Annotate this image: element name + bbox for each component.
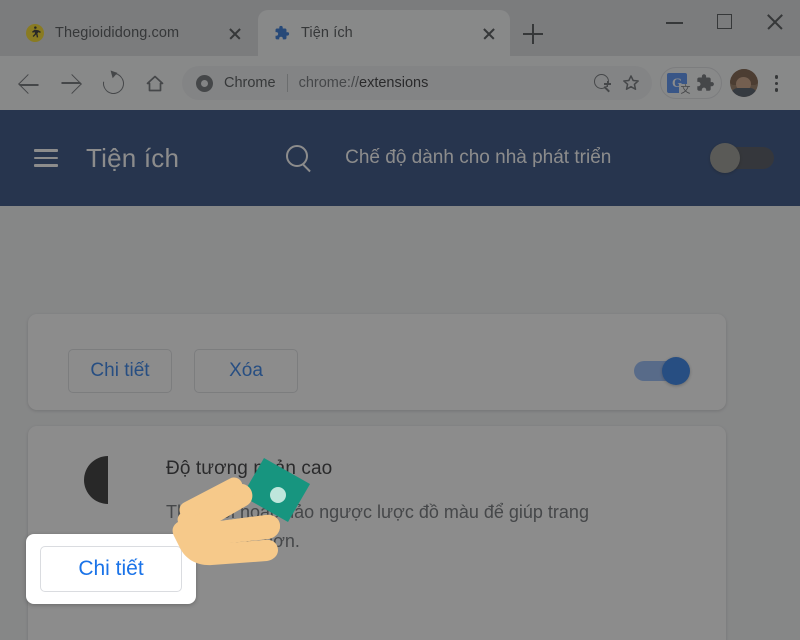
remove-button[interactable]: Xóa	[194, 349, 298, 393]
tab-title: Tiện ích	[301, 25, 353, 41]
extension-card: Độ tương phản cao Thay đổi hoặc đảo ngượ…	[28, 426, 726, 640]
tab-title: Thegioididong.com	[55, 25, 180, 41]
hamburger-icon[interactable]	[34, 144, 64, 172]
google-translate-icon[interactable]: G	[667, 73, 692, 97]
address-bar[interactable]: Chrome chrome://extensions	[182, 66, 652, 100]
close-window-button[interactable]	[750, 0, 800, 44]
zoom-in-icon[interactable]	[588, 69, 616, 97]
back-arrow-icon[interactable]	[10, 64, 48, 102]
card-actions: Chi tiết Xóa	[28, 332, 726, 410]
forward-arrow-icon[interactable]	[52, 64, 90, 102]
details-button[interactable]: Chi tiết	[68, 349, 172, 393]
omnibox-url: chrome://extensions	[299, 75, 588, 91]
omnibox-brand-label: Chrome	[224, 75, 276, 91]
new-tab-button[interactable]	[520, 21, 546, 47]
avatar[interactable]	[730, 69, 758, 97]
screenshot-root: Thegioididong.com Tiện ích Chrome chrome…	[0, 0, 800, 640]
search-icon[interactable]	[281, 141, 315, 175]
extensions-header: Tiện ích Chế độ dành cho nhà phát triển	[0, 110, 800, 206]
kebab-menu-icon[interactable]	[762, 67, 790, 99]
extension-card: Chi tiết Xóa	[28, 314, 726, 410]
url-scheme: chrome://	[298, 75, 360, 91]
extensions-pill: G	[660, 67, 722, 99]
browser-tab-tien-ich[interactable]: Tiện ích	[258, 10, 510, 56]
browser-toolbar: Chrome chrome://extensions G	[0, 56, 800, 110]
page-title: Tiện ích	[86, 142, 180, 173]
runner-icon	[26, 24, 44, 42]
window-controls	[650, 0, 800, 44]
card-actions: Chi tiết Xóa	[28, 636, 726, 640]
puzzle-icon	[272, 24, 290, 42]
close-icon[interactable]	[478, 22, 500, 44]
chrome-logo-icon	[196, 74, 213, 92]
url-host: extensions	[359, 75, 429, 91]
star-icon[interactable]	[616, 68, 646, 98]
reload-icon[interactable]	[94, 64, 132, 102]
browser-chrome: Thegioididong.com Tiện ích Chrome chrome…	[0, 0, 800, 110]
high-contrast-icon	[84, 456, 132, 504]
highlighted-details-button[interactable]: Chi tiết	[40, 546, 182, 592]
developer-mode-label: Chế độ dành cho nhà phát triển	[345, 147, 612, 168]
puzzle-icon[interactable]	[693, 72, 715, 94]
browser-tab-thegioididong[interactable]: Thegioididong.com	[14, 10, 256, 56]
developer-mode-toggle[interactable]	[710, 143, 776, 173]
maximize-button[interactable]	[700, 0, 750, 44]
omnibox-divider	[286, 74, 288, 92]
pointing-hand-cursor	[168, 448, 318, 568]
close-icon[interactable]	[224, 22, 246, 44]
tab-strip: Thegioididong.com Tiện ích	[0, 0, 800, 56]
home-icon[interactable]	[136, 64, 174, 102]
minimize-button[interactable]	[650, 0, 700, 44]
enable-toggle[interactable]	[634, 357, 696, 385]
